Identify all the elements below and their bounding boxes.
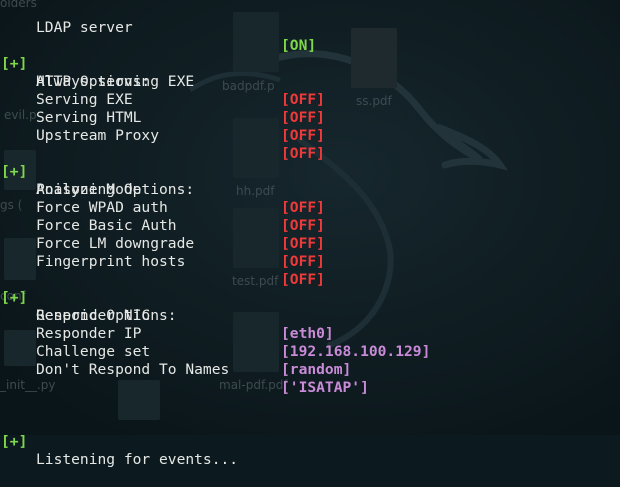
option-value: [OFF] xyxy=(281,199,325,216)
option-value: [eth0] xyxy=(281,325,334,342)
option-value: [random] xyxy=(281,361,352,378)
option-label: Responder NIC xyxy=(36,307,151,324)
option-value: [OFF] xyxy=(281,235,325,252)
option-value: [OFF] xyxy=(281,271,325,288)
option-label: Force Basic Auth xyxy=(36,217,177,234)
section-header-generic: [+] Generic Options: xyxy=(0,271,177,324)
option-row: Always serving EXE [OFF] xyxy=(0,55,325,108)
option-row: Don't Respond To Names ['ISATAP'] xyxy=(0,343,369,396)
option-value: ['ISATAP'] xyxy=(281,379,369,396)
option-row: Upstream Proxy [OFF] xyxy=(0,109,325,162)
option-label: LDAP server xyxy=(36,19,133,36)
option-row: Force LM downgrade [OFF] xyxy=(0,217,325,270)
section-header-poisoning: [+] Poisoning Options: xyxy=(0,145,194,198)
option-value: [OFF] xyxy=(281,91,325,108)
option-row: Serving HTML [OFF] xyxy=(0,91,325,144)
option-label: Force WPAD auth xyxy=(36,199,168,216)
section-marker: [+] xyxy=(1,433,28,450)
option-value: [192.168.100.129] xyxy=(281,343,431,360)
status-text: Listening for events... xyxy=(36,451,239,468)
option-value: [OFF] xyxy=(281,217,325,234)
option-label: Upstream Proxy xyxy=(36,127,160,144)
option-label: Responder IP xyxy=(36,325,142,342)
option-label: Force LM downgrade xyxy=(36,235,195,252)
option-label: Always serving EXE xyxy=(36,73,195,90)
option-label: Don't Respond To Names xyxy=(36,361,230,378)
option-row: Serving EXE [OFF] xyxy=(0,73,325,126)
option-value: [ON] xyxy=(281,37,317,54)
option-value: [OFF] xyxy=(281,145,325,162)
option-row: Challenge set [random] xyxy=(0,325,351,378)
option-row: Analyze Mode [OFF] xyxy=(0,163,325,216)
option-value: [OFF] xyxy=(281,127,325,144)
option-label: Fingerprint hosts xyxy=(36,253,186,270)
option-row: Force WPAD auth [OFF] xyxy=(0,181,325,234)
option-value: [OFF] xyxy=(281,109,325,126)
option-label: Serving HTML xyxy=(36,109,142,126)
option-row: Force Basic Auth [OFF] xyxy=(0,199,325,252)
option-value: [OFF] xyxy=(281,253,325,270)
section-header-http: [+] HTTP Options: xyxy=(0,37,150,90)
option-row: Responder IP [192.168.100.129] xyxy=(0,307,430,360)
option-row: Fingerprint hosts [OFF] xyxy=(0,235,325,288)
option-label: Analyze Mode xyxy=(36,181,142,198)
terminal-output[interactable]: LDAP server [ON] [+] HTTP Options: Alway… xyxy=(0,0,620,468)
option-label: Serving EXE xyxy=(36,91,133,108)
ldap-row: LDAP server [ON] xyxy=(0,1,316,54)
option-label: Challenge set xyxy=(36,343,151,360)
option-row: Responder NIC [eth0] xyxy=(0,289,334,342)
status-line: [+] Listening for events... xyxy=(0,415,238,468)
